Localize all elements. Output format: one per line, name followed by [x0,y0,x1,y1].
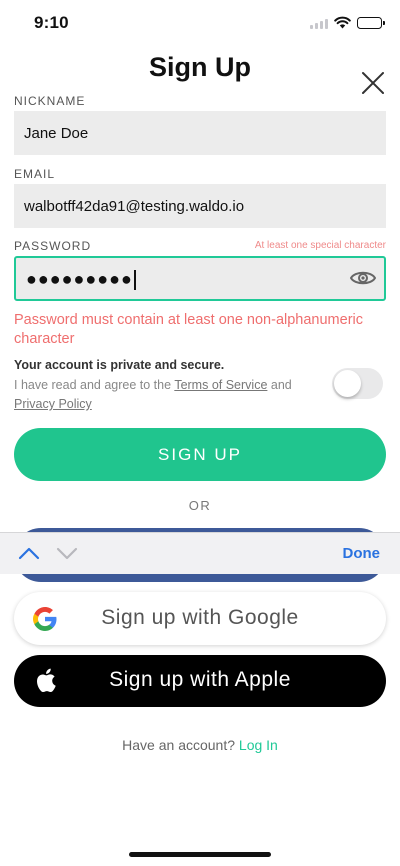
close-icon [362,72,384,94]
page-title: Sign Up [149,52,251,82]
nickname-input[interactable] [14,111,386,155]
apple-signup-label: Sign up with Apple [109,668,291,691]
done-button[interactable]: Done [343,545,381,562]
password-masked-value: ●●●●●●●●● [26,268,136,291]
next-field-button[interactable] [56,545,78,561]
home-indicator[interactable] [129,852,271,857]
or-divider: OR [188,498,212,513]
password-error-message: Password must contain at least one non-a… [14,312,363,347]
nickname-label: NICKNAME [14,94,86,108]
login-link[interactable]: Log In [239,737,278,753]
keyboard-accessory-bar: Done [0,532,400,574]
signup-button[interactable]: SIGN UP [14,428,386,481]
password-label: PASSWORD [14,239,92,253]
agree-terms-toggle[interactable] [332,368,383,399]
google-signup-button[interactable]: Sign up with Google [14,592,386,645]
email-label: EMAIL [14,167,56,181]
apple-signup-button[interactable]: Sign up with Apple [14,655,386,707]
wifi-icon [334,16,351,29]
text-caret [133,270,136,291]
chevron-up-icon [18,547,40,560]
eye-icon [349,271,377,285]
close-button[interactable] [360,70,386,96]
password-hint: At least one special character [254,240,386,251]
terms-agreement-text: I have read and agree to the Terms of Se… [14,378,292,411]
google-signup-label: Sign up with Google [101,606,299,629]
have-account-text: Have an account? Log In [122,737,278,753]
chevron-down-icon [56,547,78,560]
status-bar: 9:10 [0,0,400,46]
status-time: 9:10 [34,13,69,32]
battery-charging-icon [357,16,385,29]
privacy-heading: Your account is private and secure. [14,358,225,372]
previous-field-button[interactable] [18,545,40,561]
show-password-button[interactable] [349,267,377,289]
toggle-knob [334,370,361,397]
status-icons [310,16,385,29]
email-input[interactable] [14,184,386,228]
password-input[interactable]: ●●●●●●●●● [14,256,386,301]
terms-of-service-link[interactable]: Terms of Service [174,378,267,392]
privacy-policy-link[interactable]: Privacy Policy [14,397,92,411]
cellular-signal-icon [310,17,328,29]
